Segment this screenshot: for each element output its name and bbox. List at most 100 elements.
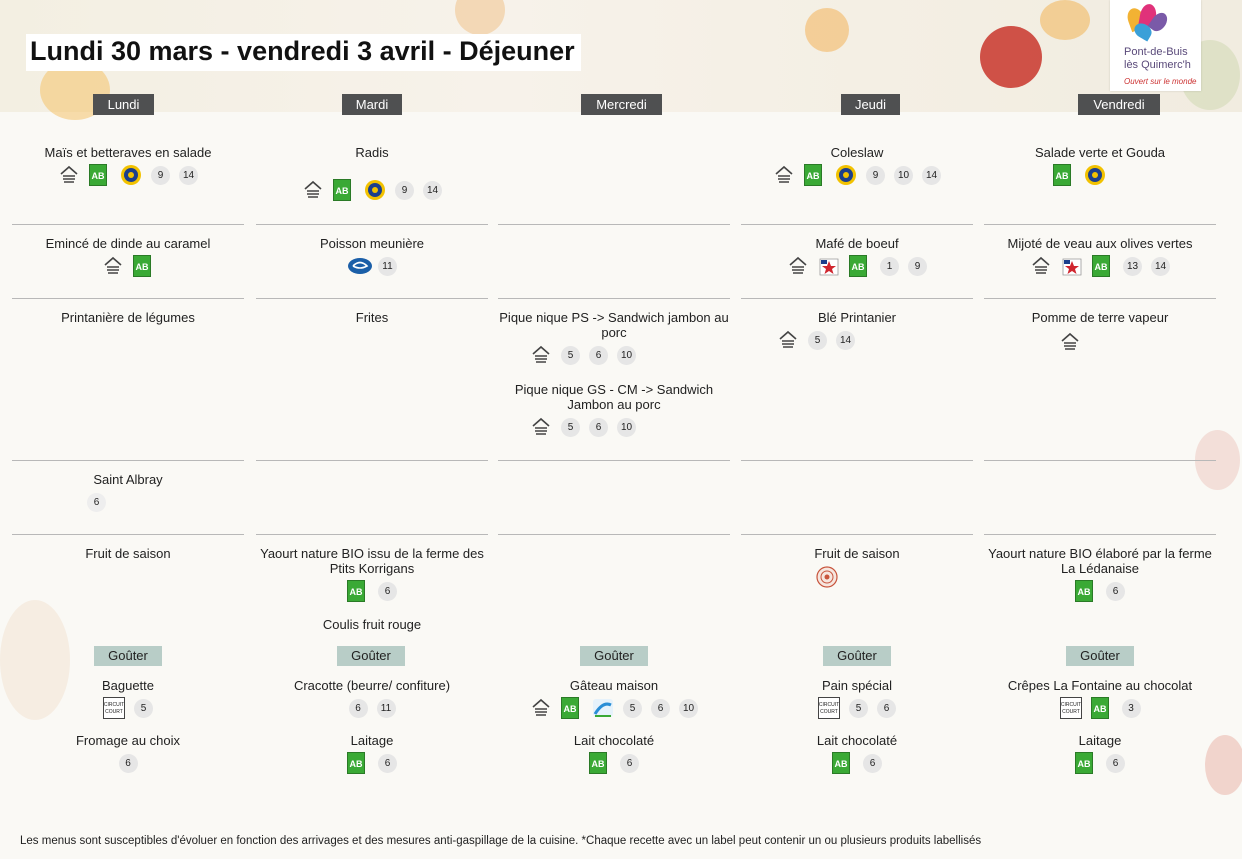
quality-seal-icon xyxy=(835,164,857,186)
ab-organic-icon: AB xyxy=(1092,255,1114,277)
circuit-court-icon: CIRCUIT COURT xyxy=(1059,697,1082,719)
allergen-badge: 10 xyxy=(679,698,698,718)
house-icon xyxy=(530,416,552,438)
lundi-dessert: Fruit de saison xyxy=(85,546,171,561)
allergen-badge: 1 xyxy=(880,256,899,276)
gouter-lundi-labels-2: 6 xyxy=(12,751,244,775)
gouter-header-vendredi: Goûter xyxy=(1066,646,1134,666)
house-icon xyxy=(530,697,552,719)
day-header-jeudi: Jeudi xyxy=(841,94,900,115)
page-title: Lundi 30 mars - vendredi 3 avril - Déjeu… xyxy=(26,34,581,71)
ab-organic-icon: AB xyxy=(589,752,611,774)
day-header-mercredi: Mercredi xyxy=(581,94,662,115)
jeudi-accomp-labels: 5 14 xyxy=(741,328,891,352)
gouter-vendredi-item2: Laitage xyxy=(1078,733,1122,748)
mercredi-pique-nique-gs: Pique nique GS - CM -> Sandwich Jambon a… xyxy=(514,382,714,412)
allergen-badge: 6 xyxy=(589,417,608,437)
svg-text:AB: AB xyxy=(336,186,349,196)
row-separator xyxy=(741,460,973,461)
row-separator xyxy=(256,534,488,535)
svg-text:COURT: COURT xyxy=(105,709,123,715)
ab-organic-icon: AB xyxy=(89,164,111,186)
bleu-blanc-coeur-icon xyxy=(592,697,614,719)
vendredi-plat-labels: AB 13 14 xyxy=(984,254,1216,278)
gouter-mercredi-labels-2: AB 6 xyxy=(498,751,730,775)
allergen-badge: 6 xyxy=(378,581,397,601)
allergen-badge: 6 xyxy=(87,492,106,512)
mardi-plat-labels: 11 xyxy=(256,254,488,278)
vendredi-dessert-labels: AB 6 xyxy=(984,579,1216,603)
jeudi-entree: Coleslaw xyxy=(830,145,884,160)
ab-organic-icon: AB xyxy=(347,580,369,602)
gouter-mardi-item1: Cracotte (beurre/ confiture) xyxy=(293,678,451,693)
row-separator xyxy=(741,298,973,299)
svg-text:CIRCUIT: CIRCUIT xyxy=(819,702,839,708)
gouter-mardi-labels: 6 11 xyxy=(256,696,488,720)
svg-text:AB: AB xyxy=(1055,171,1068,181)
gouter-jeudi-labels-2: AB 6 xyxy=(741,751,973,775)
gouter-jeudi-labels: CIRCUIT COURT 5 6 xyxy=(741,696,973,720)
msc-fish-icon xyxy=(347,255,372,277)
svg-text:CIRCUIT: CIRCUIT xyxy=(104,702,124,708)
allergen-badge: 6 xyxy=(378,753,397,773)
ab-organic-icon: AB xyxy=(832,752,854,774)
lundi-plat: Emincé de dinde au caramel xyxy=(45,236,211,251)
ab-organic-icon: AB xyxy=(849,255,871,277)
quality-seal-icon xyxy=(1084,164,1106,186)
jeudi-accompagnement: Blé Printanier xyxy=(817,310,897,325)
svg-text:AB: AB xyxy=(835,759,848,769)
gouter-jeudi-item1: Pain spécial xyxy=(821,678,893,693)
vendredi-entree: Salade verte et Gouda xyxy=(1034,145,1166,160)
allergen-badge: 6 xyxy=(863,753,882,773)
svg-text:AB: AB xyxy=(135,262,148,272)
house-icon xyxy=(302,179,324,201)
ab-organic-icon: AB xyxy=(1075,580,1097,602)
row-separator xyxy=(12,534,244,535)
allergen-badge: 14 xyxy=(922,165,941,185)
svg-text:AB: AB xyxy=(807,171,820,181)
svg-text:AB: AB xyxy=(592,759,605,769)
lundi-accompagnement: Printanière de légumes xyxy=(61,310,195,325)
circuit-court-icon: CIRCUIT COURT xyxy=(103,697,125,719)
vendredi-entree-labels: AB xyxy=(984,163,1174,187)
allergen-badge: 6 xyxy=(589,345,608,365)
jeudi-plat: Mafé de boeuf xyxy=(815,236,899,251)
svg-text:AB: AB xyxy=(1078,587,1091,597)
gouter-mercredi-item1: Gâteau maison xyxy=(569,678,659,693)
svg-text:AB: AB xyxy=(92,171,105,181)
allergen-badge: 14 xyxy=(423,180,442,200)
mardi-entree-labels: AB 9 14 xyxy=(256,178,488,202)
day-header-mardi: Mardi xyxy=(342,94,402,115)
allergen-badge: 5 xyxy=(808,330,827,350)
french-beef-icon xyxy=(818,255,840,277)
svg-text:AB: AB xyxy=(564,704,577,714)
vendredi-dessert: Yaourt nature BIO élaboré par la ferme L… xyxy=(988,546,1212,576)
town-logo: Pont-de-Buis lès Quimerc'h Ouvert sur le… xyxy=(1110,0,1201,91)
gouter-header-jeudi: Goûter xyxy=(823,646,891,666)
svg-text:AB: AB xyxy=(1093,704,1106,714)
row-separator xyxy=(741,224,973,225)
allergen-badge: 6 xyxy=(620,753,639,773)
ab-organic-icon: AB xyxy=(1090,697,1113,719)
allergen-badge: 5 xyxy=(561,417,580,437)
gouter-jeudi-item2: Lait chocolaté xyxy=(816,733,898,748)
lundi-entree-labels: AB 9 14 xyxy=(12,163,244,187)
decor-orange-2 xyxy=(1040,0,1090,40)
lundi-fromage-labels: 6 xyxy=(12,490,257,514)
mardi-plat: Poisson meunière xyxy=(319,236,425,251)
row-separator xyxy=(741,534,973,535)
allergen-badge: 5 xyxy=(849,698,868,718)
allergen-badge: 5 xyxy=(561,345,580,365)
gouter-mardi-labels-2: AB 6 xyxy=(256,751,488,775)
gouter-vendredi-item1: Crêpes La Fontaine au chocolat xyxy=(1007,678,1193,693)
mardi-dessert-2: Coulis fruit rouge xyxy=(322,617,422,632)
svg-text:COURT: COURT xyxy=(820,709,838,715)
logo-line-2: lès Quimerc'h xyxy=(1124,59,1191,71)
allergen-badge: 6 xyxy=(1106,753,1125,773)
french-veal-icon xyxy=(1061,255,1083,277)
vendredi-accomp-labels xyxy=(984,330,1156,354)
svg-text:AB: AB xyxy=(1078,759,1091,769)
logo-line-1: Pont-de-Buis xyxy=(1124,46,1188,58)
row-separator xyxy=(984,534,1216,535)
ab-organic-icon: AB xyxy=(804,164,826,186)
